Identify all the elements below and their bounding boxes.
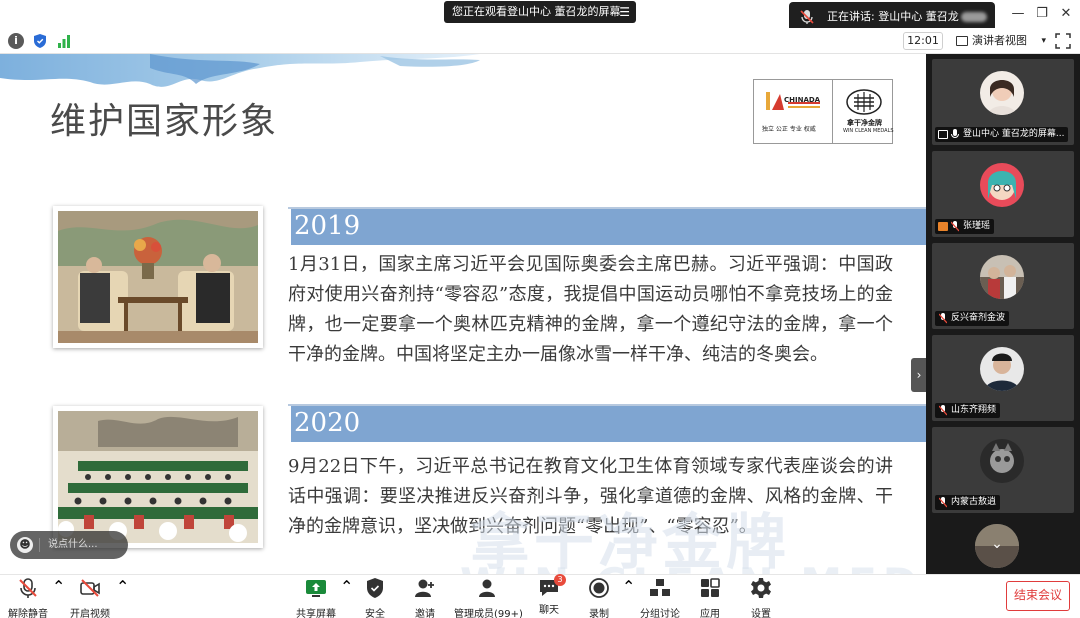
participant-gallery: 登山中心 董召龙的屏幕... 张瑾瑶 反兴奋剂金波 山东齐翔频 内蒙古敖逍 ⌄ [926, 54, 1080, 574]
participant-tile[interactable]: 张瑾瑶 [932, 151, 1074, 237]
video-options-caret[interactable]: ⌃ [116, 577, 129, 617]
clean-medals-emblem-icon [846, 89, 882, 115]
mic-muted-icon [939, 497, 947, 508]
mic-muted-icon [800, 10, 814, 24]
participants-icon [479, 579, 495, 597]
mic-muted-icon [951, 221, 959, 232]
view-mode-dropdown[interactable]: 演讲者视图 ▾ [954, 32, 1046, 50]
mic-muted-icon [19, 578, 37, 598]
watermark-en: WIN CLEAN MEDALS [460, 559, 926, 574]
speaking-text: 正在讲话: 登山中心 董召龙 [827, 10, 959, 23]
close-icon[interactable]: ✕ [1058, 6, 1074, 22]
screen-share-icon [938, 130, 948, 139]
meeting-toolbar: 解除静音 ⌃ 开启视频 ⌃ 共享屏幕 ⌃ 安全 邀请 管理成员(99+) 3 聊… [0, 574, 1080, 618]
gear-icon [751, 578, 771, 598]
title-bar: 您正在观看登山中心 董召龙的屏幕 ☰ 正在讲话: 登山中心 董召龙 — ❐ ✕ [0, 0, 1080, 32]
view-mode-label: 演讲者视图 [972, 34, 1027, 47]
photo-conference-2020 [53, 406, 263, 548]
manage-participants-button[interactable]: 管理成员(99+) [454, 577, 523, 618]
participant-tile[interactable]: 反兴奋剂金波 [932, 243, 1074, 329]
video-off-icon [80, 579, 100, 597]
quick-chat-placeholder: 说点什么... [48, 539, 98, 550]
shared-screen-slide: 维护国家形象 CHINADA 独立 公正 专业 权威 拿干净金牌 WIN CLE… [0, 54, 926, 574]
chinada-logo: CHINADA 独立 公正 专业 权威 拿干净金牌 WIN CLEAN MEDA… [753, 79, 894, 144]
speaker-view-icon [956, 36, 968, 46]
logo-left-slogan: 独立 公正 专业 权威 [762, 126, 816, 133]
security-button[interactable]: 安全 [360, 577, 390, 618]
shield-icon [367, 578, 383, 598]
settings-button[interactable]: 设置 [746, 577, 776, 618]
meeting-window: 您正在观看登山中心 董召龙的屏幕 ☰ 正在讲话: 登山中心 董召龙 — ❐ ✕ … [0, 0, 1080, 618]
participant-name: 内蒙古敖逍 [935, 495, 1001, 510]
avatar [980, 347, 1024, 391]
participant-name: 反兴奋剂金波 [935, 311, 1010, 326]
chevron-down-icon: ⌄ [991, 536, 1003, 552]
end-meeting-button[interactable]: 结束会议 [1006, 581, 1070, 611]
photo-meeting-2019 [53, 206, 263, 348]
collapse-gallery-button[interactable]: › [911, 358, 926, 392]
logo-right-slogan: 拿干净金牌 [847, 119, 882, 127]
participant-tile[interactable]: 登山中心 董召龙的屏幕... [932, 59, 1074, 145]
unmute-button[interactable]: 解除静音 [8, 577, 48, 618]
viewing-text: 您正在观看登山中心 董召龙的屏幕 [452, 5, 621, 18]
apps-button[interactable]: 应用 [695, 577, 725, 618]
avatar [980, 255, 1024, 299]
chat-unread-badge: 3 [554, 574, 566, 586]
section-text-2019: 1月31日，国家主席习近平会见国际奥委会主席巴赫。习近平强调：中国政府对使用兴奋… [288, 254, 893, 365]
participant-tile[interactable]: 内蒙古敖逍 [932, 427, 1074, 513]
share-screen-icon [306, 580, 326, 597]
chevron-down-icon: ▾ [1041, 36, 1046, 46]
redaction-blur [960, 12, 987, 22]
conference-photo-image [58, 411, 258, 543]
menu-icon[interactable]: ☰ [619, 1, 630, 23]
record-icon [589, 578, 609, 598]
year-bar-2020: 2020 [288, 404, 926, 442]
breakout-rooms-button[interactable]: 分组讨论 [638, 577, 682, 618]
start-video-button[interactable]: 开启视频 [70, 577, 110, 618]
viewing-indicator[interactable]: 您正在观看登山中心 董召龙的屏幕 ☰ [444, 1, 636, 23]
avatar [980, 163, 1024, 207]
slide-title: 维护国家形象 [50, 101, 279, 142]
avatar [980, 71, 1024, 115]
meeting-info-bar: i 12:01 演讲者视图 ▾ [0, 28, 1080, 54]
invite-button[interactable]: 邀请 [410, 577, 440, 618]
year-label: 2020 [294, 408, 361, 438]
logo-chinada-text: CHINADA [784, 96, 821, 104]
audio-options-caret[interactable]: ⌃ [52, 577, 65, 617]
quick-chat-input[interactable]: ☻ 说点什么... [10, 531, 128, 559]
participant-name: 山东齐翔频 [935, 403, 1001, 418]
minimize-icon[interactable]: — [1010, 6, 1026, 22]
meeting-photo-image [58, 211, 258, 343]
gallery-scroll-down-button[interactable]: ⌄ [975, 524, 1019, 568]
share-options-caret[interactable]: ⌃ [340, 577, 353, 617]
record-button[interactable]: 录制 [584, 577, 614, 618]
participant-name: 登山中心 董召龙的屏幕... [935, 127, 1069, 142]
mic-muted-icon [939, 313, 947, 324]
add-user-icon [415, 579, 434, 597]
mic-icon [951, 129, 959, 138]
shield-icon[interactable] [32, 33, 48, 49]
participant-name: 张瑾瑶 [935, 219, 995, 234]
chat-button[interactable]: 3 聊天 [534, 574, 566, 617]
share-screen-button[interactable]: 共享屏幕 [294, 577, 338, 618]
signal-strength-icon[interactable] [56, 33, 72, 49]
year-label: 2019 [294, 211, 361, 241]
meeting-clock: 12:01 [903, 32, 943, 50]
avatar [980, 439, 1024, 483]
logo-right-en: WIN CLEAN MEDALS [843, 128, 894, 134]
logo-divider [832, 80, 833, 143]
apps-icon [701, 578, 720, 597]
mic-muted-icon [939, 405, 947, 416]
restore-icon[interactable]: ❐ [1034, 6, 1050, 22]
record-options-caret[interactable]: ⌃ [622, 577, 635, 617]
fullscreen-icon[interactable] [1055, 33, 1071, 49]
emoji-icon[interactable]: ☻ [17, 537, 33, 553]
participant-tile[interactable]: 山东齐翔频 [932, 335, 1074, 421]
user-icon [938, 222, 948, 231]
breakout-rooms-icon [650, 579, 670, 596]
year-bar-2019: 2019 [288, 207, 926, 245]
info-icon[interactable]: i [8, 33, 24, 49]
